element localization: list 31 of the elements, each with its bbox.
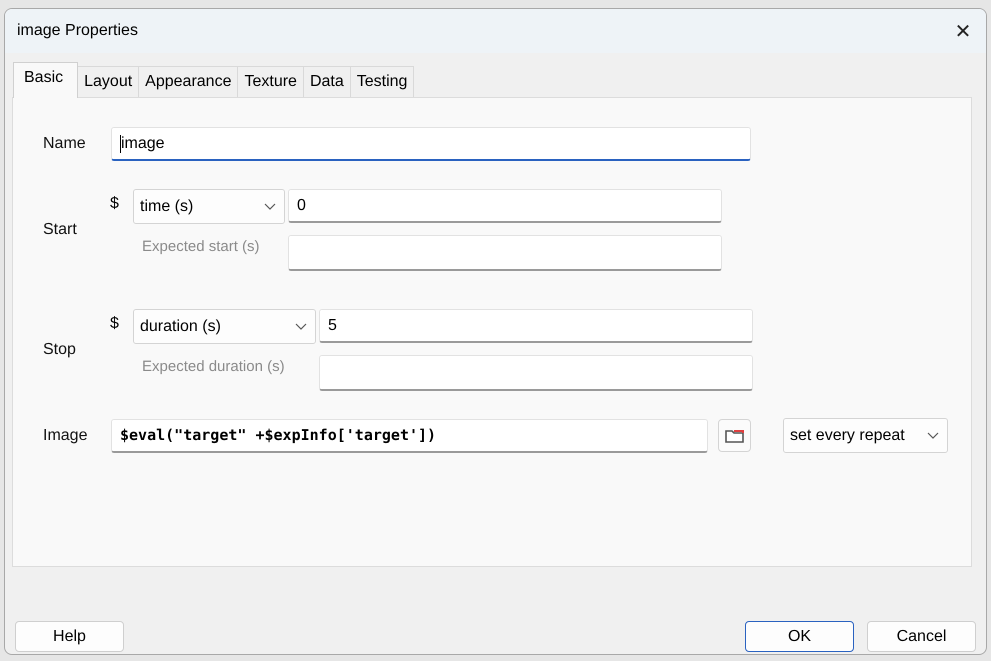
expected-field[interactable] — [288, 235, 722, 271]
expected-field[interactable] — [319, 355, 753, 391]
update-dropdown[interactable]: set every repeat — [783, 418, 948, 453]
field-label: Start — [43, 221, 78, 239]
dialog-button[interactable]: OK — [745, 621, 854, 652]
image-field[interactable]: $eval("target" +$expInfo['target']) — [111, 418, 708, 452]
chevron-icon — [927, 432, 939, 440]
field-value: image — [121, 134, 165, 152]
unit-dropdown[interactable]: duration (s) — [133, 309, 316, 344]
window-title: image Properties — [17, 22, 139, 40]
dialog-button[interactable]: Cancel — [867, 621, 976, 652]
name-field[interactable]: image — [111, 127, 751, 161]
dollar-sign: $ — [110, 194, 120, 213]
chevron-icon — [264, 202, 276, 210]
folder-icon — [724, 428, 746, 444]
tab[interactable]: Testing — [350, 66, 414, 97]
field-label: Expected duration (s) — [141, 357, 286, 375]
field-label: Name — [43, 135, 87, 153]
value-field[interactable]: 0 — [288, 189, 722, 223]
browse-button[interactable] — [718, 419, 751, 452]
tab[interactable]: Basic — [13, 62, 78, 98]
value-field[interactable]: 5 — [319, 309, 753, 343]
help-button[interactable]: Help — [15, 621, 124, 652]
text-caret — [120, 134, 121, 152]
dollar-sign: $ — [110, 314, 120, 333]
unit-dropdown[interactable]: time (s) — [133, 189, 285, 224]
close-button[interactable]: ✕ — [940, 11, 986, 51]
chevron-icon — [295, 322, 307, 330]
field-label: Image — [43, 426, 88, 444]
field-label: Expected start (s) — [141, 237, 261, 255]
field-label: Stop — [43, 341, 77, 359]
